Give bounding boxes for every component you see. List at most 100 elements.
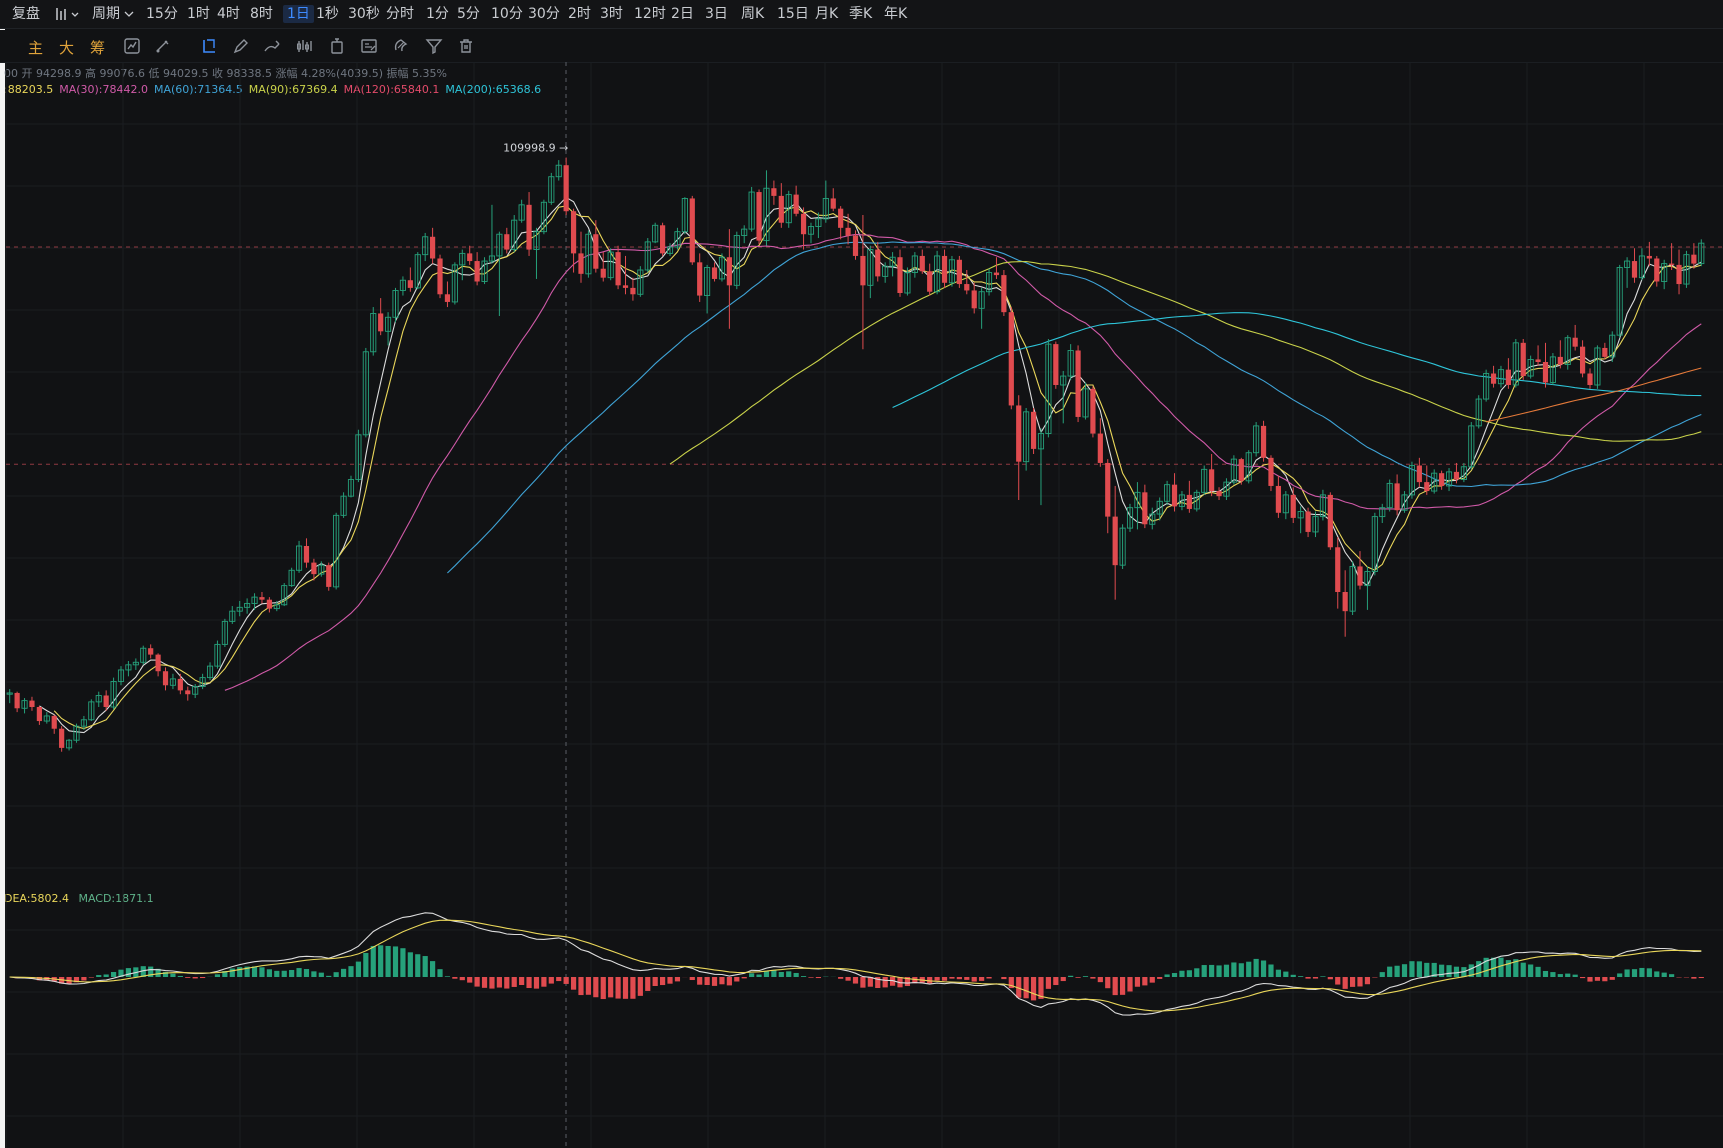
candle-body [1587, 373, 1593, 385]
candle-body [771, 188, 777, 196]
candle-body [1171, 484, 1178, 507]
candle-body [1290, 494, 1296, 518]
magnet-icon[interactable] [391, 36, 411, 56]
candle-body [941, 255, 948, 283]
period-item-12[interactable]: 10分 [491, 5, 523, 23]
candle-body [660, 225, 666, 254]
candle-body [29, 700, 35, 707]
candle-body [1535, 359, 1541, 362]
candle-body [1053, 344, 1059, 385]
candle-body [593, 234, 599, 269]
candle-body [778, 195, 784, 223]
candle-body [162, 671, 169, 686]
indicator-icon[interactable] [122, 36, 142, 56]
period-item-17[interactable]: 2日 [671, 5, 694, 23]
candle-body [177, 678, 183, 691]
candle-body [956, 259, 962, 285]
period-item-20[interactable]: 15日 [777, 5, 809, 23]
candle-body [711, 267, 718, 279]
crosshair-icon[interactable] [199, 36, 219, 56]
main-indicator-button[interactable]: 主 [28, 37, 43, 58]
candle-body [838, 208, 844, 228]
drawing-toolbar: 主 大 筹 [0, 30, 1723, 63]
period-item-23[interactable]: 年K [884, 5, 907, 23]
candle-body [845, 227, 851, 236]
period-item-13[interactable]: 30分 [528, 5, 560, 23]
candle-body [1075, 350, 1081, 417]
candle-body [563, 165, 569, 212]
candle-body [1542, 362, 1549, 383]
high-marker-label: 109998.9 → [503, 142, 568, 155]
period-item-3[interactable]: 1时 [187, 5, 210, 23]
price-chart[interactable]: 109998.9 → [0, 62, 1723, 1148]
candle-body [1327, 494, 1333, 548]
candle-body [1275, 485, 1281, 513]
period-item-18[interactable]: 3日 [705, 5, 728, 23]
candle-body [1439, 473, 1445, 486]
chip-button[interactable]: 筹 [90, 37, 105, 58]
candle-body [311, 562, 317, 575]
candle-body [1142, 492, 1148, 525]
dif-line [9, 912, 1702, 1016]
candle-body [1631, 261, 1638, 278]
period-item-5[interactable]: 8时 [250, 5, 273, 23]
candle-body [1001, 275, 1007, 313]
ma-line [224, 233, 1702, 691]
chevron-down-icon[interactable] [124, 5, 134, 23]
period-item-21[interactable]: 月K [815, 5, 838, 23]
candle-body [897, 257, 903, 293]
candle-body [326, 565, 332, 587]
candle-body [615, 252, 621, 286]
ruler-icon[interactable] [295, 36, 315, 56]
period-item-6[interactable]: 1日 [283, 5, 314, 23]
period-item-11[interactable]: 5分 [457, 5, 480, 23]
candle-body [726, 257, 732, 286]
period-item-10[interactable]: 1分 [426, 5, 449, 23]
candle-body [14, 692, 20, 709]
candle-body [697, 262, 703, 296]
candle-body [1394, 483, 1400, 511]
period-item-1[interactable]: 周期 [92, 5, 120, 23]
pencil-icon[interactable] [262, 36, 282, 56]
candle-body [927, 271, 933, 292]
candle-body [407, 280, 413, 288]
candle-body [1676, 264, 1682, 285]
candle-body [1238, 459, 1244, 481]
settings-icon[interactable] [359, 36, 379, 56]
candle-body [622, 285, 629, 288]
candle-body [1268, 457, 1274, 486]
chart-type-icon[interactable] [54, 5, 82, 23]
candle-body [800, 213, 807, 235]
pen-icon[interactable] [231, 36, 251, 56]
period-item-22[interactable]: 季K [849, 5, 872, 23]
candle-body [59, 728, 65, 748]
candle-body [830, 198, 836, 209]
candle-body [852, 235, 859, 256]
compare-icon[interactable] [327, 36, 347, 56]
period-item-8[interactable]: 30秒 [348, 5, 380, 23]
period-item-16[interactable]: 12时 [634, 5, 666, 23]
candle-body [630, 287, 636, 295]
candle-body [1602, 347, 1608, 357]
period-item-19[interactable]: 周K [741, 5, 764, 23]
big-button[interactable]: 大 [59, 37, 74, 58]
period-item-9[interactable]: 分时 [386, 5, 414, 23]
candle-body [1646, 255, 1652, 259]
candle-body [1016, 405, 1022, 462]
candle-body [570, 211, 577, 254]
candle-body [36, 707, 42, 722]
draw-tool-icon[interactable] [153, 36, 173, 56]
period-item-14[interactable]: 2时 [568, 5, 591, 23]
candle-body [1097, 433, 1103, 463]
filter-icon[interactable] [424, 36, 444, 56]
period-item-0[interactable]: 复盘 [12, 5, 40, 23]
candle-body [689, 198, 695, 263]
candle-body [259, 597, 265, 600]
candle-body [793, 194, 799, 214]
period-item-4[interactable]: 4时 [217, 5, 240, 23]
period-item-2[interactable]: 15分 [146, 5, 178, 23]
period-item-15[interactable]: 3时 [600, 5, 623, 23]
period-item-7[interactable]: 1秒 [316, 5, 339, 23]
trash-icon[interactable] [456, 36, 476, 56]
candle-body [600, 268, 606, 278]
